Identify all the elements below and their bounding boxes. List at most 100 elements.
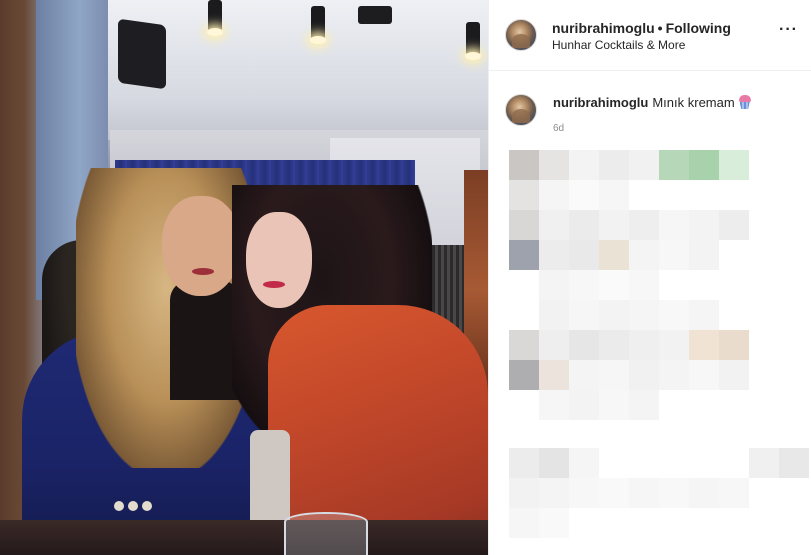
pixel-block (629, 478, 659, 508)
pixel-block (509, 240, 539, 270)
post-sidebar: nuribrahimoglu • Following Hunhar Cocktail… (488, 0, 811, 555)
photo-woman-right-lips (263, 281, 285, 288)
pixel-block (599, 180, 629, 210)
pixel-block (629, 390, 659, 420)
author-username[interactable]: nuribrahimoglu (552, 20, 655, 36)
pixel-block (569, 300, 599, 330)
pixel-block (599, 150, 629, 180)
photo-lamp-glow (207, 28, 223, 36)
author-avatar[interactable] (505, 19, 537, 51)
pixel-block (539, 270, 569, 300)
caption-text: Mınık kremam (652, 95, 735, 110)
pixel-block (569, 390, 599, 420)
pixel-block (509, 360, 539, 390)
pixel-block (569, 240, 599, 270)
pixel-block (659, 210, 689, 240)
pixel-block (659, 360, 689, 390)
photo-woman-left-turtleneck (170, 280, 240, 400)
pixel-block (509, 448, 539, 478)
pixel-block (509, 478, 539, 508)
pixel-block (539, 448, 569, 478)
pixel-block (659, 150, 689, 180)
pixel-block (779, 448, 809, 478)
blurred-comments-area (489, 146, 811, 555)
pixel-block (539, 150, 569, 180)
pixel-block (659, 478, 689, 508)
pixel-block (569, 448, 599, 478)
pixel-block (539, 180, 569, 210)
post-photo[interactable] (0, 0, 488, 555)
pixel-block (629, 270, 659, 300)
pixel-block (569, 270, 599, 300)
pixel-block (569, 150, 599, 180)
photo-coat-buttons (114, 498, 174, 512)
photo-lamp-glow (465, 52, 481, 60)
pixel-block (629, 360, 659, 390)
pixel-block (599, 360, 629, 390)
pixel-block (719, 478, 749, 508)
pixel-block (569, 210, 599, 240)
photo-speaker (118, 18, 166, 90)
pixel-block (629, 300, 659, 330)
pixel-block (569, 330, 599, 360)
pixel-block (719, 330, 749, 360)
pixel-block (629, 330, 659, 360)
pixel-block (569, 478, 599, 508)
pixel-block (689, 240, 719, 270)
pixel-block (599, 210, 629, 240)
pixel-block (539, 478, 569, 508)
more-options-icon[interactable]: ··· (779, 22, 799, 38)
photo-lamp (311, 6, 325, 40)
pixel-block (509, 150, 539, 180)
pixel-block (749, 448, 779, 478)
cupcake-icon (738, 95, 752, 109)
pixel-block (689, 300, 719, 330)
pixel-block (509, 180, 539, 210)
pixel-block (509, 508, 539, 538)
pixel-block (599, 390, 629, 420)
pixel-block (719, 360, 749, 390)
photo-table (0, 520, 488, 555)
photo-glass (284, 512, 368, 555)
pixel-block (689, 210, 719, 240)
pixel-block (659, 300, 689, 330)
pixel-block (689, 330, 719, 360)
pixel-block (689, 478, 719, 508)
pixel-block (719, 210, 749, 240)
caption-timestamp[interactable]: 6d (553, 123, 564, 134)
pixel-block (569, 360, 599, 390)
pixel-block (629, 240, 659, 270)
pixel-block (539, 360, 569, 390)
photo-woman-right-face (246, 212, 312, 308)
separator-dot: • (657, 20, 663, 36)
photo-lamp (466, 22, 480, 56)
caption-text-line: nuribrahimoglu Mınık kremam (553, 95, 752, 110)
pixel-block (509, 330, 539, 360)
pixel-block (539, 300, 569, 330)
pixel-block (599, 240, 629, 270)
photo-woman-left-face (162, 196, 240, 296)
pixel-block (539, 390, 569, 420)
pixel-block (539, 330, 569, 360)
photo-woman-left-lips (192, 268, 214, 275)
photo-lamp-glow (310, 36, 326, 44)
pixel-block (659, 330, 689, 360)
pixel-block (599, 270, 629, 300)
pixel-block (539, 508, 569, 538)
pixel-block (569, 180, 599, 210)
pixel-block (629, 210, 659, 240)
post-location[interactable]: Hunhar Cocktails & More (552, 38, 685, 52)
pixel-block (599, 300, 629, 330)
follow-status-button[interactable]: Following (666, 20, 731, 36)
pixel-block (719, 150, 749, 180)
pixel-block (539, 240, 569, 270)
caption-username[interactable]: nuribrahimoglu (553, 95, 648, 110)
pixel-block (629, 150, 659, 180)
pixel-block (599, 478, 629, 508)
pixel-block (689, 360, 719, 390)
author-line: nuribrahimoglu • Following (552, 20, 731, 36)
post-header: nuribrahimoglu • Following Hunhar Cocktail… (489, 0, 811, 71)
pixel-block (509, 210, 539, 240)
caption-avatar[interactable] (505, 94, 537, 126)
pixel-block (599, 330, 629, 360)
